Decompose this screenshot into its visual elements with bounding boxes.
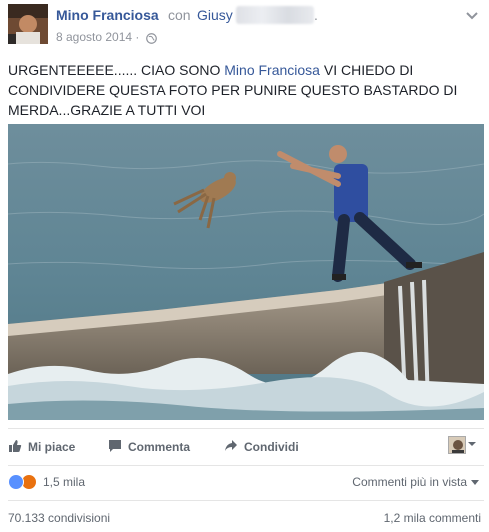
separator (8, 428, 484, 429)
share-count[interactable]: 70.133 condivisioni (8, 511, 110, 525)
separator (8, 500, 484, 501)
like-label: Mi piace (28, 440, 76, 454)
share-as-selector[interactable] (448, 436, 478, 454)
author-name[interactable]: Mino Franciosa (56, 7, 159, 23)
sort-label: Commenti più in vista (352, 475, 467, 489)
post-photo[interactable] (8, 124, 484, 420)
thumbs-up-icon (8, 439, 28, 456)
share-arrow-icon (224, 439, 244, 456)
separator (8, 465, 484, 466)
reaction-count: 1,5 mila (43, 475, 86, 489)
globe-icon (146, 31, 157, 49)
post-text-mention[interactable]: Mino Franciosa (224, 62, 320, 78)
post-date[interactable]: 8 agosto 2014 · (56, 30, 139, 44)
blurred-name (236, 6, 314, 24)
reactions-summary[interactable]: 1,5 mila (8, 473, 85, 491)
comment-count[interactable]: 1,2 mila commenti (384, 511, 481, 525)
share-button[interactable]: Condividi (224, 432, 299, 462)
header-trailing: . (314, 7, 318, 23)
comment-label: Commenta (128, 440, 191, 454)
user-avatar (448, 436, 466, 454)
like-reaction-icon (8, 474, 24, 490)
chevron-down-icon (467, 475, 479, 489)
facebook-post: Mino Franciosa con Giusy . 8 agosto 2014… (0, 0, 489, 532)
with-label: con (168, 7, 191, 23)
share-label: Condividi (244, 440, 299, 454)
comment-button[interactable]: Commenta (108, 432, 190, 462)
chevron-down-icon[interactable] (465, 8, 479, 26)
comment-icon (108, 439, 128, 456)
post-text-start: URGENTEEEEE...... CIAO SONO (8, 62, 225, 78)
chevron-down-icon (466, 436, 478, 454)
post-text: URGENTEEEEE...... CIAO SONO Mino Francio… (8, 60, 478, 120)
action-bar: Mi piace Commenta Condividi (8, 432, 484, 462)
like-button[interactable]: Mi piace (8, 432, 75, 462)
comment-sort-dropdown[interactable]: Commenti più in vista (352, 475, 479, 489)
author-avatar[interactable] (8, 4, 48, 44)
tagged-user[interactable]: Giusy (197, 7, 233, 23)
